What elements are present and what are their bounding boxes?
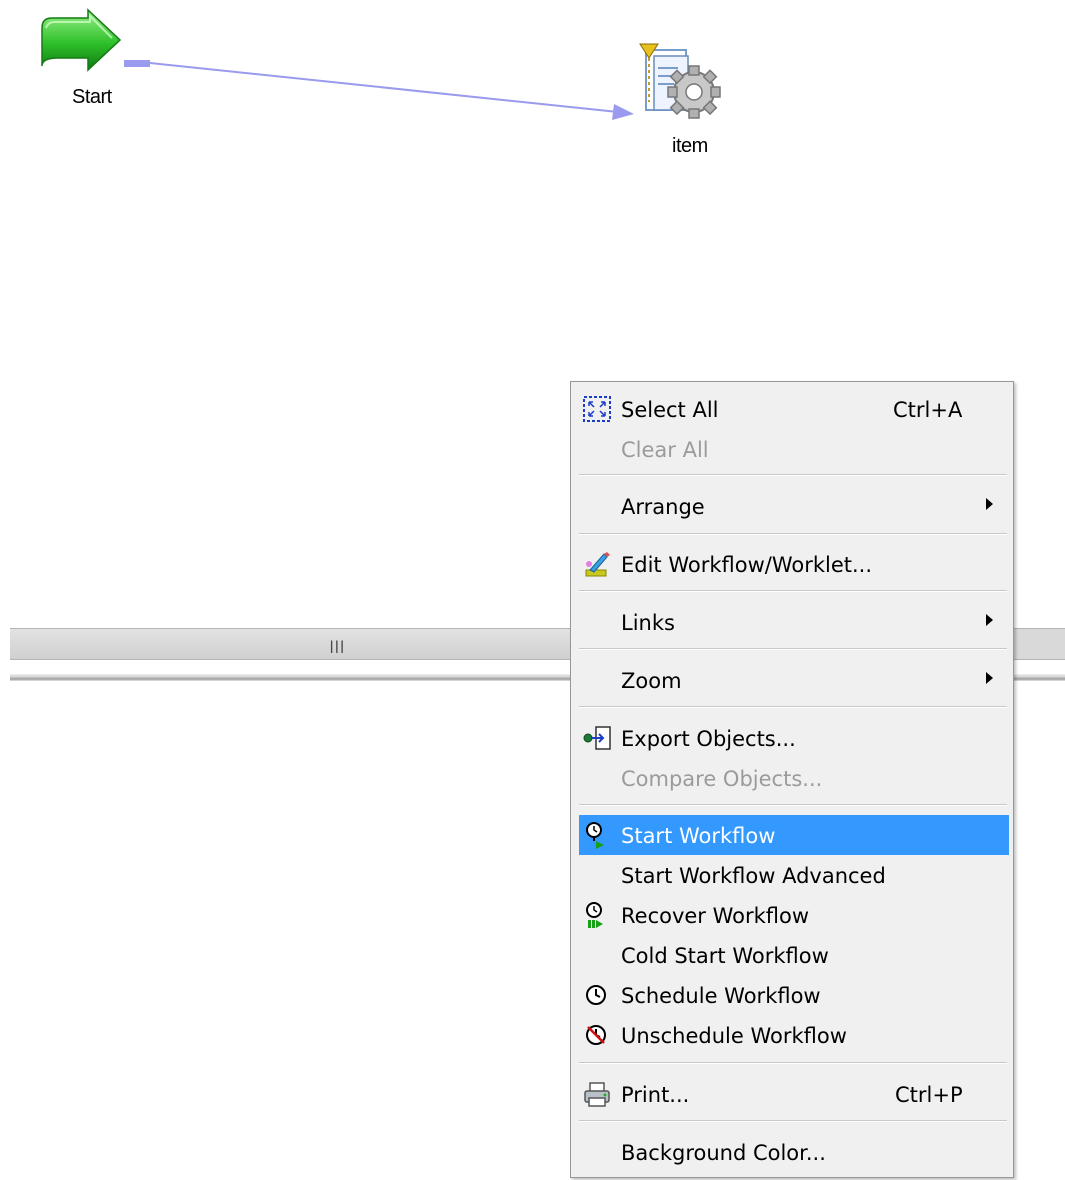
menu-item-arrange[interactable]: Arrange [579,486,1009,526]
menu-item-schedule-workflow[interactable]: Schedule Workflow [579,975,1009,1015]
session-node[interactable]: item [636,40,728,162]
menu-item-label: Schedule Workflow [621,984,821,1008]
submenu-arrow-icon [986,672,993,684]
menu-item-background-color[interactable]: Background Color... [579,1132,1009,1172]
menu-separator [579,648,1007,650]
session-task-icon [639,43,721,119]
menu-item-links[interactable]: Links [579,602,1009,642]
clock-icon [586,985,606,1005]
menu-item-label: Edit Workflow/Worklet... [621,553,873,577]
context-menu: Select All Ctrl+A Clear All Arrange Edit… [570,381,1014,1178]
menu-separator [579,706,1007,708]
menu-item-label: Start Workflow Advanced [621,864,886,888]
menu-item-label: Zoom [621,669,682,693]
menu-item-label: Arrange [621,495,705,519]
menu-item-label: Start Workflow [621,824,776,848]
menu-item-label: Compare Objects... [621,767,823,791]
menu-item-edit-workflow[interactable]: Edit Workflow/Worklet... [579,544,1009,584]
menu-item-label: Recover Workflow [621,904,810,928]
grip-icon: ||| [328,639,346,653]
menu-item-start-workflow-advanced[interactable]: Start Workflow Advanced [579,855,1009,895]
menu-separator [579,1120,1007,1122]
start-workflow-icon [586,822,604,849]
menu-item-label: Background Color... [621,1141,826,1165]
menu-item-clear-all[interactable]: Clear All [579,429,1009,469]
session-node-label: item [672,135,708,157]
menu-item-start-workflow[interactable]: Start Workflow [579,815,1009,855]
menu-item-cold-start-workflow[interactable]: Cold Start Workflow [579,935,1009,975]
menu-item-shortcut: Ctrl+A [893,398,963,422]
menu-separator [579,533,1007,535]
menu-item-label: Print... [621,1083,690,1107]
start-arrow-icon [41,8,122,72]
menu-item-unschedule-workflow[interactable]: Unschedule Workflow [579,1015,1009,1055]
menu-item-label: Unschedule Workflow [621,1024,847,1048]
select-all-icon [583,396,611,422]
menu-separator [579,1062,1007,1064]
menu-item-shortcut: Ctrl+P [895,1083,963,1107]
menu-separator [579,474,1007,476]
start-node[interactable]: Start [36,8,126,116]
start-node-label: Start [72,86,112,108]
menu-item-label: Clear All [621,438,709,462]
menu-item-print[interactable]: Print... Ctrl+P [579,1074,1009,1114]
clock-cancel-icon [586,1025,606,1045]
menu-item-select-all[interactable]: Select All Ctrl+A [579,389,1009,429]
submenu-arrow-icon [986,498,993,510]
menu-item-compare-objects[interactable]: Compare Objects... [579,758,1009,798]
menu-item-zoom[interactable]: Zoom [579,660,1009,700]
menu-item-label: Export Objects... [621,727,796,751]
scrollbar-thumb[interactable]: ||| [10,629,650,659]
menu-separator [579,804,1007,806]
menu-item-label: Links [621,611,675,635]
edit-brush-icon [585,552,610,577]
menu-item-label: Select All [621,398,719,422]
menu-item-label: Cold Start Workflow [621,944,829,968]
recover-workflow-icon [586,902,603,928]
menu-item-export-objects[interactable]: Export Objects... [579,718,1009,758]
export-icon [583,726,611,750]
submenu-arrow-icon [986,614,993,626]
printer-icon [584,1082,610,1107]
menu-item-recover-workflow[interactable]: Recover Workflow [579,895,1009,935]
menu-separator [579,590,1007,592]
